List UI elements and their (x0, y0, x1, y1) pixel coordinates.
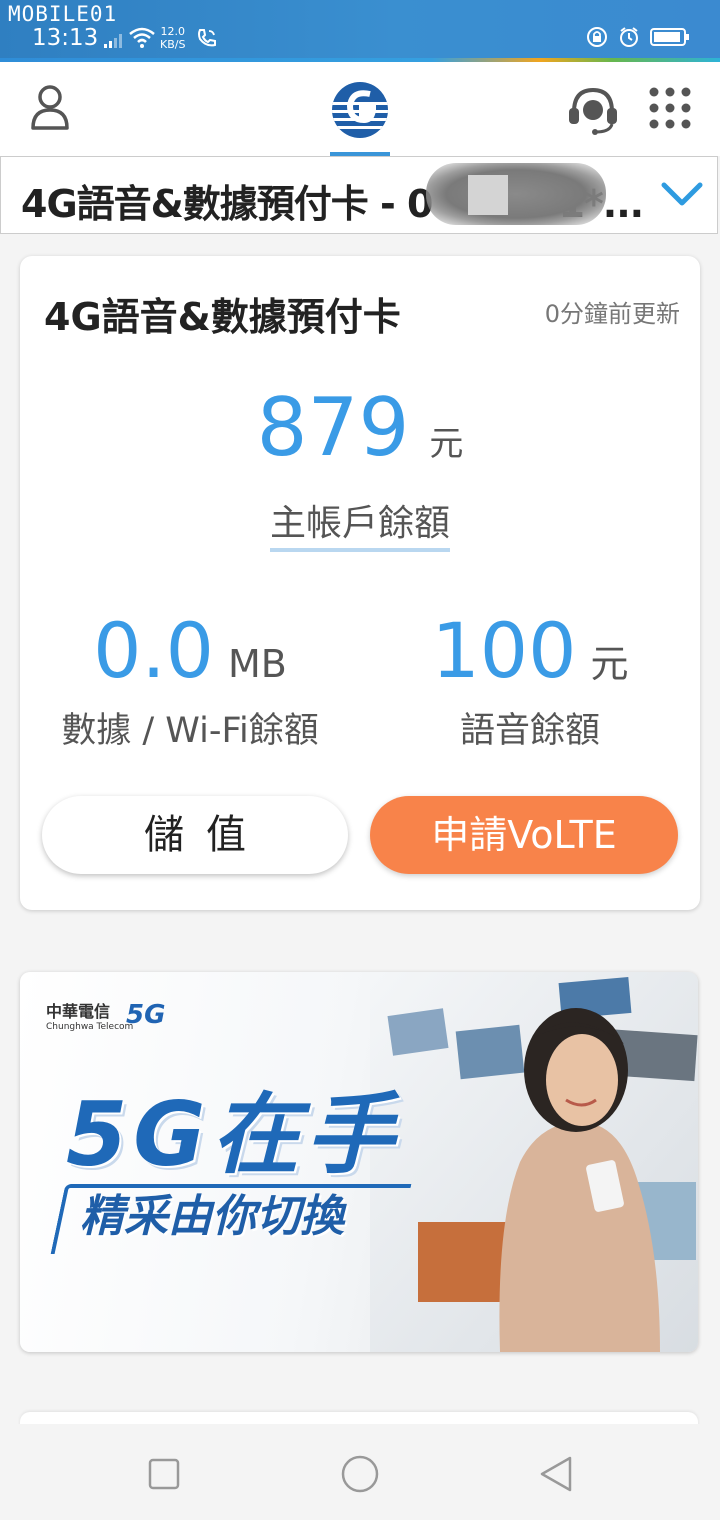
net-speed: 12.0 KB/S (160, 25, 185, 51)
back-icon[interactable] (538, 1454, 574, 1494)
system-nav-bar (0, 1424, 720, 1520)
banner-photo (370, 972, 698, 1352)
last-updated: 0分鐘前更新 (544, 300, 680, 328)
net-speed-unit: KB/S (160, 38, 186, 51)
watermark-text: MOBILE01 (8, 2, 118, 26)
signal-icon (104, 34, 122, 48)
wifi-calling-icon (198, 29, 216, 47)
recent-apps-icon[interactable] (148, 1458, 180, 1490)
main-balance-unit: 元 (429, 424, 464, 464)
banner-brand: 中華電信 Chunghwa Telecom 5G (46, 998, 165, 1032)
battery-icon (650, 28, 689, 46)
topup-button[interactable]: 儲值 (42, 796, 348, 874)
main-balance-value: 879 (256, 381, 410, 474)
main-balance-label-wrap[interactable]: 主帳戶餘額 (20, 494, 700, 552)
main-balance-label[interactable]: 主帳戶餘額 (269, 503, 450, 552)
masked-number-blur (426, 163, 606, 225)
status-bar: MOBILE01 13:13 12.0 KB/S (0, 0, 720, 62)
chunghwa-logo[interactable] (330, 80, 390, 140)
home-icon[interactable] (340, 1454, 380, 1494)
plan-title: 4G語音&數據預付卡 (44, 295, 401, 339)
data-balance-unit: MB (228, 642, 287, 686)
banner-brand-en: Chunghwa Telecom (46, 1022, 134, 1032)
banner-brand-5g: 5G (126, 1000, 166, 1030)
wifi-icon (129, 27, 155, 48)
user-icon[interactable] (30, 84, 70, 130)
main-balance: 879 元 (20, 381, 700, 474)
banner-headline: 5G在手 (66, 1083, 400, 1186)
data-balance: 0.0 MB (20, 606, 360, 695)
lock-rotation-icon (587, 27, 607, 47)
alarm-icon (620, 27, 638, 47)
apply-volte-button[interactable]: 申請VoLTE (370, 796, 678, 874)
status-time: 13:13 (32, 25, 99, 51)
customer-service-icon[interactable] (566, 84, 620, 136)
voice-balance: 100 元 (360, 606, 700, 695)
net-speed-value: 12.0 (160, 25, 185, 38)
menu-grid-icon[interactable] (648, 86, 692, 130)
voice-balance-unit: 元 (590, 642, 629, 686)
status-right-icons (586, 26, 690, 48)
promo-banner[interactable]: 中華電信 Chunghwa Telecom 5G 5G在手 精采由你切換 (20, 972, 698, 1352)
voice-balance-label: 語音餘額 (459, 711, 600, 751)
banner-brand-zh: 中華電信 (46, 1002, 111, 1021)
app-header (0, 62, 720, 156)
chevron-down-icon[interactable] (661, 182, 703, 208)
balance-card: 4G語音&數據預付卡 0分鐘前更新 879 元 主帳戶餘額 0.0 MB 數據 / … (20, 256, 700, 910)
data-balance-label: 數據 / Wi-Fi餘額 (61, 711, 319, 751)
account-selector[interactable]: 4G語音&數據預付卡 - 01*... (0, 156, 718, 234)
data-balance-value: 0.0 (93, 606, 214, 695)
voice-balance-value: 100 (431, 606, 577, 695)
account-selector-name: 4G語音&數據預付卡 - 0 (21, 182, 433, 226)
banner-tagline: 精采由你切換 (80, 1191, 344, 1242)
